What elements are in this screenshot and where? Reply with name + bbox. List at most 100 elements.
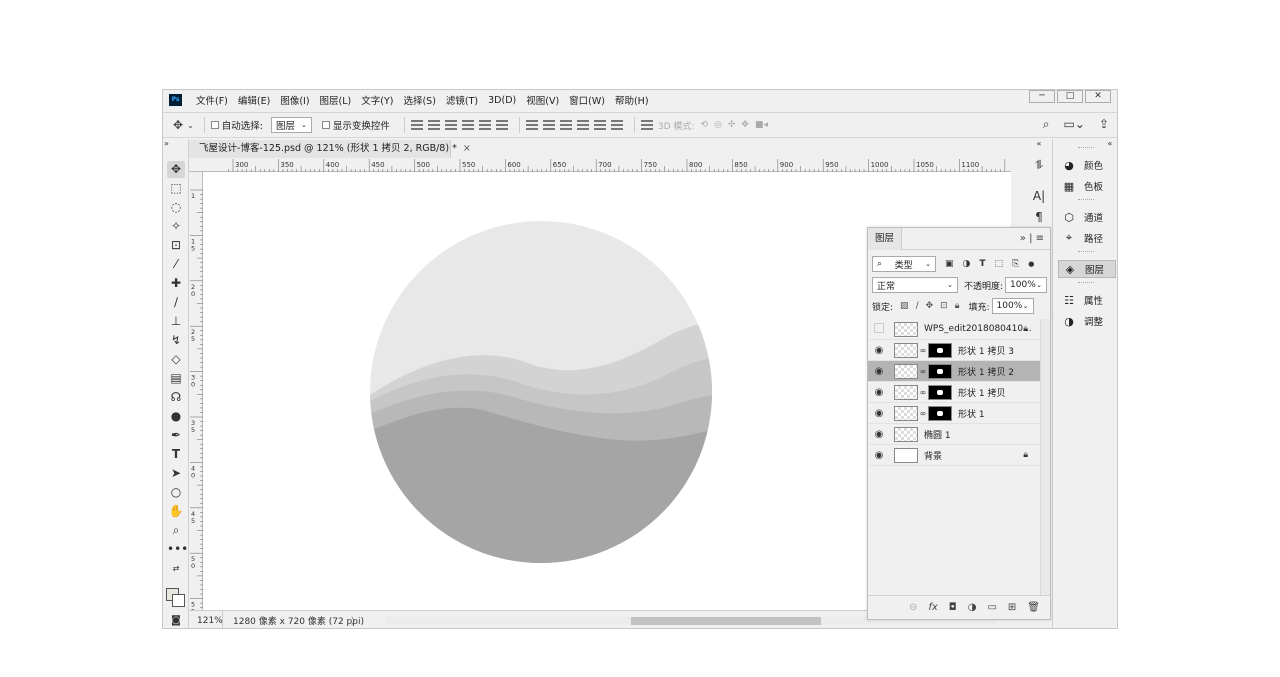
lock-pixels-icon[interactable]: ∕ [916, 301, 919, 311]
menu-file[interactable]: 文件(F) [196, 93, 228, 107]
distribute-bottom-icon[interactable] [559, 120, 572, 131]
distribute-vcenter-icon[interactable] [542, 120, 555, 131]
blend-mode-dropdown[interactable]: 正常 ⌄ [872, 277, 958, 293]
menu-view[interactable]: 视图(V) [526, 93, 559, 107]
align-left-icon[interactable] [461, 120, 474, 131]
add-mask-icon[interactable]: ◘ [949, 602, 957, 613]
document-tab[interactable]: 飞屋设计-博客-125.psd @ 121% (形状 1 拷贝 2, RGB/8… [189, 140, 471, 158]
auto-align-icon[interactable] [640, 120, 653, 131]
layer-row[interactable]: ◉ 椭圆 1 [868, 424, 1040, 445]
dock-swatches[interactable]: ▦ 色板 [1058, 177, 1116, 195]
fill-field[interactable]: 100% ⌄ [991, 298, 1034, 314]
search-icon[interactable]: ⌕ [1043, 117, 1050, 132]
paragraph-icon[interactable]: ¶ [1031, 209, 1047, 225]
eye-icon[interactable]: ◉ [868, 408, 890, 419]
pen-tool-icon[interactable]: ✒ [167, 427, 185, 444]
panel-menu-icon[interactable]: » | ≡ [1020, 233, 1044, 244]
panel-group-handle[interactable] [1078, 251, 1094, 253]
menu-help[interactable]: 帮助(H) [615, 93, 649, 107]
3d-orbit-icon[interactable]: ⟲ [700, 120, 708, 130]
fx-icon[interactable]: fx [928, 602, 937, 613]
trash-icon[interactable]: 🗑︎ [1027, 602, 1040, 613]
close-button[interactable]: ✕ [1085, 90, 1111, 103]
swap-colors-icon[interactable]: ⇄ [167, 560, 185, 577]
crop-tool-icon[interactable]: ⊡ [167, 237, 185, 254]
eye-icon[interactable]: ◉ [868, 450, 890, 461]
layer-row[interactable]: ◉ ∞ 形状 1 拷贝 [868, 382, 1040, 403]
filter-pixel-icon[interactable]: ▣ [945, 259, 954, 269]
layer-filter-dropdown[interactable]: ⌕ 类型 ⌄ [872, 256, 936, 272]
layer-row[interactable]: ◉ ∞ 形状 1 拷贝 2 [868, 361, 1040, 382]
3d-drag-icon[interactable]: ✣ [728, 120, 736, 130]
dodge-tool-icon[interactable]: ● [167, 408, 185, 425]
hand-tool-icon[interactable]: ✋ [167, 503, 185, 520]
marquee-tool-icon[interactable]: ⬚ [167, 180, 185, 197]
stamp-tool-icon[interactable]: ⊥ [167, 313, 185, 330]
menu-edit[interactable]: 编辑(E) [238, 93, 270, 107]
eye-icon[interactable]: ◉ [868, 366, 890, 377]
character-icon[interactable]: A| [1031, 188, 1047, 204]
ellipse-tool-icon[interactable]: ○ [167, 484, 185, 501]
opacity-field[interactable]: 100% ⌄ [1005, 277, 1048, 293]
filter-smart-icon[interactable]: ⎘ [1012, 259, 1019, 269]
close-icon[interactable]: × [463, 143, 471, 154]
eye-icon[interactable]: ◉ [868, 345, 890, 356]
dock-adjustments[interactable]: ◑ 调整 [1058, 312, 1116, 330]
menu-image[interactable]: 图像(I) [280, 93, 309, 107]
quick-mask-icon[interactable]: ◙ [167, 612, 185, 628]
menu-type[interactable]: 文字(Y) [361, 93, 393, 107]
align-bottom-icon[interactable] [444, 120, 457, 131]
align-hcenter-icon[interactable] [478, 120, 491, 131]
distribute-hcenter-icon[interactable] [593, 120, 606, 131]
share-icon[interactable]: ⇪ [1099, 117, 1109, 132]
lock-position-icon[interactable]: ✥ [926, 301, 934, 311]
eraser-tool-icon[interactable]: ◇ [167, 351, 185, 368]
filter-adjust-icon[interactable]: ◑ [963, 259, 971, 269]
eye-icon[interactable]: ◉ [868, 387, 890, 398]
minimize-button[interactable]: ─ [1029, 90, 1055, 103]
filter-type-icon[interactable]: T [979, 259, 985, 269]
auto-select-dropdown[interactable]: 图层 ⌄ [270, 117, 312, 133]
menu-select[interactable]: 选择(S) [403, 93, 435, 107]
align-top-icon[interactable] [410, 120, 423, 131]
eyedropper-icon[interactable]: ⁄ [167, 256, 185, 273]
layer-row[interactable]: ◉ 背景 🔒︎ [868, 445, 1040, 466]
magic-wand-icon[interactable]: ✧ [167, 218, 185, 235]
eye-icon[interactable]: ◉ [868, 429, 890, 440]
distribute-right-icon[interactable] [610, 120, 623, 131]
collapse-icon[interactable]: « [1102, 139, 1117, 149]
filter-toggle-icon[interactable]: ● [1028, 260, 1034, 268]
dock-properties[interactable]: ☷ 属性 [1058, 291, 1116, 309]
layer-row[interactable]: ◉ ∞ 形状 1 [868, 403, 1040, 424]
filter-shape-icon[interactable]: ⬚ [995, 259, 1004, 269]
healing-brush-icon[interactable]: ✚ [167, 275, 185, 292]
dock-paths[interactable]: ⌖ 路径 [1058, 229, 1116, 247]
blur-tool-icon[interactable]: ☊ [167, 389, 185, 406]
dock-layers[interactable]: ◈ 图层 [1058, 260, 1116, 278]
lock-transparency-icon[interactable]: ▨ [900, 301, 909, 311]
history-icon[interactable]: ⥮ [1031, 157, 1047, 173]
lasso-tool-icon[interactable]: ◌ [167, 199, 185, 216]
auto-select-checkbox[interactable] [210, 121, 219, 129]
background-color-swatch[interactable] [172, 594, 185, 607]
layers-tab[interactable]: 图层 [868, 228, 902, 250]
maximize-button[interactable]: □ [1057, 90, 1083, 103]
dock-channels[interactable]: ⬡ 通道 [1058, 208, 1116, 226]
show-transform-checkbox[interactable] [321, 121, 330, 129]
workspace-icon[interactable]: ▭⌄ [1064, 117, 1085, 132]
dock-color[interactable]: ◕ 颜色 [1058, 156, 1116, 174]
chevron-down-icon[interactable]: ⌄ [187, 121, 194, 130]
zoom-level[interactable]: 121% [189, 610, 223, 628]
zoom-tool-icon[interactable]: ⌕ [167, 522, 185, 539]
group-folder-icon[interactable]: ▭ [987, 602, 996, 613]
new-layer-icon[interactable]: ⊞ [1008, 602, 1016, 613]
panel-group-handle[interactable] [1078, 199, 1094, 201]
panel-group-handle[interactable] [1078, 282, 1094, 284]
link-layers-icon[interactable]: ⊖ [909, 602, 917, 613]
panel-group-handle[interactable] [1078, 147, 1094, 149]
distribute-left-icon[interactable] [576, 120, 589, 131]
gradient-tool-icon[interactable]: ▤ [167, 370, 185, 387]
layer-row[interactable]: WPS_edit2018080410... 🔒︎ [868, 319, 1040, 340]
path-select-icon[interactable]: ➤ [167, 465, 185, 482]
align-vcenter-icon[interactable] [427, 120, 440, 131]
